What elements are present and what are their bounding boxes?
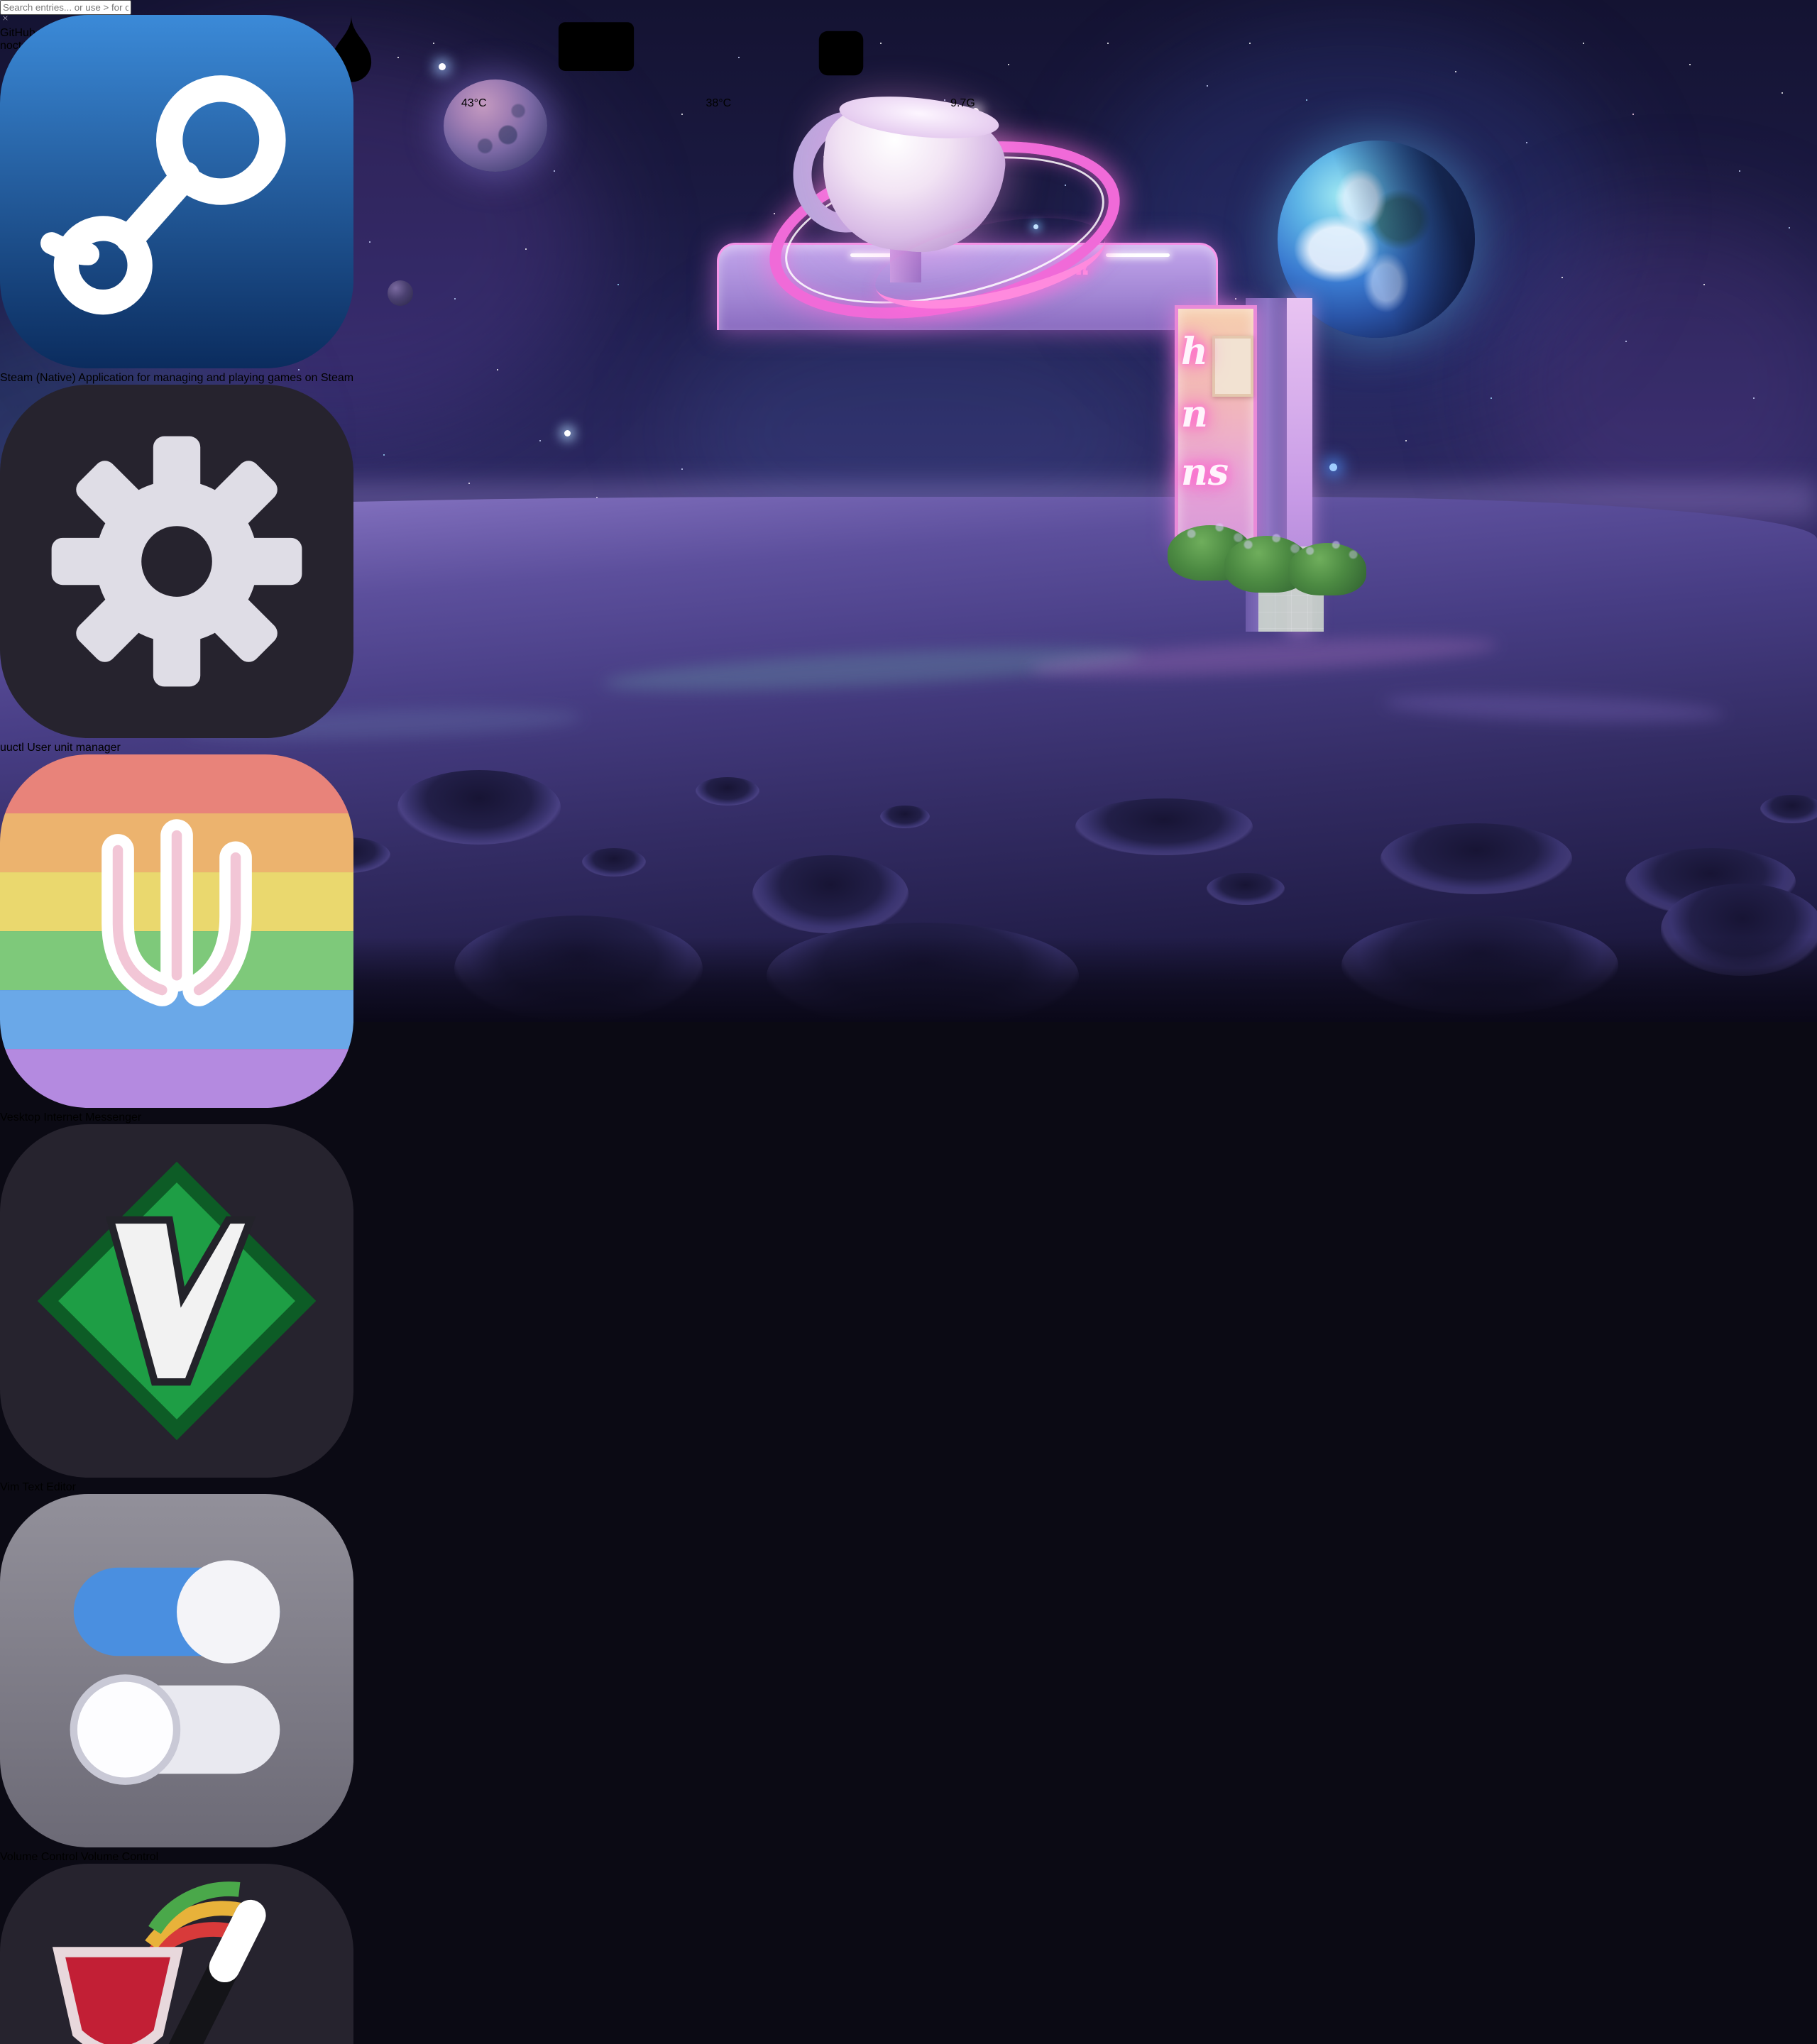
app-name: Volume Control bbox=[0, 1851, 77, 1863]
memory-value: 9.7G bbox=[950, 97, 975, 109]
neon-letter: h bbox=[1181, 330, 1208, 373]
app-description: Volume Control bbox=[81, 1851, 158, 1863]
bright-star bbox=[564, 430, 571, 436]
app-icon bbox=[0, 385, 353, 738]
app-icon bbox=[0, 754, 353, 1108]
crater bbox=[1207, 873, 1285, 905]
bush bbox=[1288, 543, 1366, 595]
app-description: Internet Messenger bbox=[43, 1111, 141, 1123]
crater bbox=[1760, 795, 1817, 823]
app-icon bbox=[0, 1494, 353, 1847]
gpu-temperature: 38°C bbox=[490, 97, 735, 109]
menu-poster bbox=[1212, 336, 1253, 397]
list-item[interactable]: Steam (Native) Application for managing … bbox=[0, 15, 353, 385]
app-launcher-dialog: Steam (Native) Application for managing … bbox=[0, 0, 353, 2044]
crater bbox=[880, 806, 930, 828]
app-text: Steam (Native) Application for managing … bbox=[0, 372, 353, 385]
app-icon bbox=[0, 1124, 353, 1478]
app-description: Application for managing and playing gam… bbox=[78, 372, 353, 384]
list-item[interactable]: uuctl User unit manager bbox=[0, 385, 353, 754]
list-item[interactable]: Vim Text Editor bbox=[0, 1124, 353, 1494]
app-name: uuctl bbox=[0, 742, 24, 754]
crater bbox=[752, 855, 908, 933]
chip-icon bbox=[735, 0, 948, 106]
crater bbox=[397, 770, 561, 845]
app-text: Volume Control Volume Control bbox=[0, 1851, 353, 1864]
neon-letter: n bbox=[1181, 392, 1208, 436]
app-text: uuctl User unit manager bbox=[0, 742, 353, 754]
app-description: Text Editor bbox=[22, 1481, 76, 1493]
app-text: Vim Text Editor bbox=[0, 1481, 353, 1494]
search-field[interactable] bbox=[0, 0, 353, 15]
gpu-temp-value: 38°C bbox=[706, 97, 731, 109]
neon-letter: ns bbox=[1181, 451, 1229, 494]
crater bbox=[696, 777, 759, 806]
monitor-icon bbox=[490, 0, 703, 106]
cafe-window: h n ns bbox=[1175, 305, 1257, 546]
crater bbox=[1075, 798, 1253, 855]
app-name: Vesktop bbox=[0, 1111, 40, 1123]
app-text: Vesktop Internet Messenger bbox=[0, 1111, 353, 1124]
search-input[interactable] bbox=[0, 0, 131, 15]
app-name: Steam (Native) bbox=[0, 372, 76, 384]
cpu-temp-value: 43°C bbox=[461, 97, 487, 109]
neon-cafe-building: h n ns bbox=[1175, 298, 1352, 653]
app-icon bbox=[0, 15, 353, 368]
result-list: Steam (Native) Application for managing … bbox=[0, 15, 353, 2044]
list-item[interactable]: Volume Control Volume Control bbox=[0, 1494, 353, 1864]
list-item[interactable]: Winetricks Work around problems and inst… bbox=[0, 1864, 353, 2044]
memory-usage: 9.7G bbox=[735, 97, 975, 109]
crater bbox=[1380, 823, 1572, 894]
list-item[interactable]: Vesktop Internet Messenger bbox=[0, 754, 353, 1124]
app-description: User unit manager bbox=[27, 742, 121, 754]
app-icon bbox=[0, 1864, 353, 2044]
app-name: Vim bbox=[0, 1481, 19, 1493]
crater bbox=[582, 848, 646, 877]
